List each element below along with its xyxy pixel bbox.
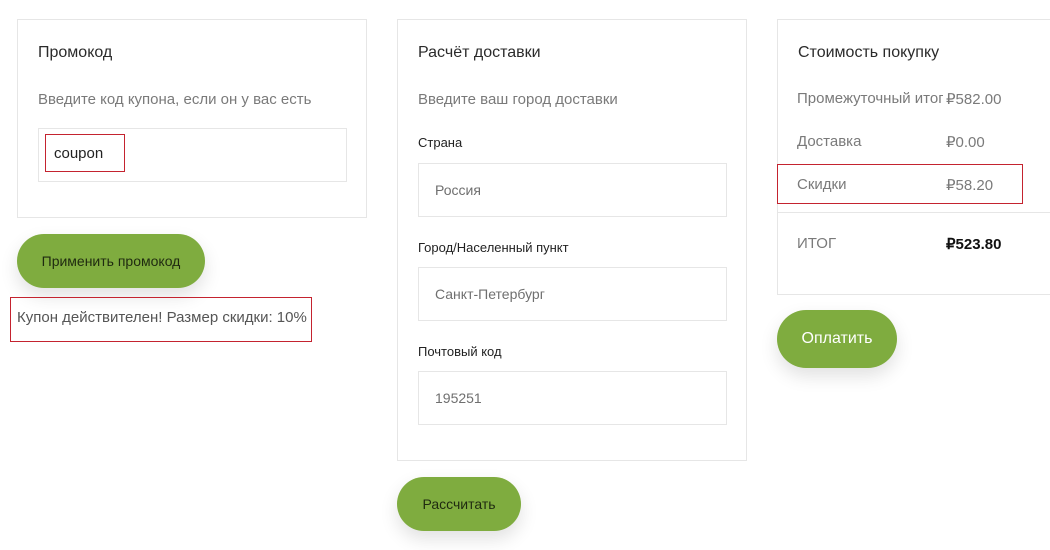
shipping-cost-value: ₽0.00 bbox=[946, 134, 985, 151]
shipping-title: Расчёт доставки bbox=[418, 44, 541, 61]
zip-field[interactable]: 195251 bbox=[418, 371, 727, 425]
zip-value: 195251 bbox=[435, 390, 482, 406]
apply-coupon-button-label: Применить промокод bbox=[41, 253, 181, 269]
promo-hint: Введите код купона, если он у вас есть bbox=[38, 91, 312, 108]
grand-total-value: ₽523.80 bbox=[946, 236, 1002, 253]
pay-button[interactable]: Оплатить bbox=[777, 310, 897, 368]
coupon-success-message: Купон действителен! Размер скидки: 10% bbox=[17, 309, 307, 326]
subtotal-value: ₽582.00 bbox=[946, 91, 1002, 108]
discount-value: ₽58.20 bbox=[946, 177, 994, 194]
shipping-panel: Расчёт доставки Введите ваш город достав… bbox=[397, 19, 747, 461]
apply-coupon-button[interactable]: Применить промокод bbox=[17, 234, 205, 288]
totals-divider bbox=[777, 212, 1050, 213]
totals-panel: Стоимость покупку bbox=[777, 19, 1050, 295]
calculate-shipping-button-label: Рассчитать bbox=[422, 496, 496, 512]
grand-total-label: ИТОГ bbox=[797, 235, 837, 252]
coupon-input-value[interactable]: coupon bbox=[54, 145, 103, 162]
calculate-shipping-button[interactable]: Рассчитать bbox=[397, 477, 521, 531]
subtotal-label: Промежуточный итог bbox=[797, 90, 943, 107]
city-label: Город/Населенный пункт bbox=[418, 240, 569, 255]
promo-title: Промокод bbox=[38, 44, 113, 61]
pay-button-label: Оплатить bbox=[801, 330, 873, 347]
city-value: Санкт-Петербург bbox=[435, 286, 545, 302]
totals-title: Стоимость покупку bbox=[798, 44, 940, 61]
country-value: Россия bbox=[435, 182, 481, 198]
country-field[interactable]: Россия bbox=[418, 163, 727, 217]
discount-label: Скидки bbox=[797, 176, 847, 193]
shipping-hint: Введите ваш город доставки bbox=[418, 91, 618, 108]
shipping-cost-label: Доставка bbox=[797, 133, 862, 150]
country-label: Страна bbox=[418, 135, 463, 150]
promo-panel: Промокод Введите код купона, если он у в… bbox=[17, 19, 367, 218]
zip-label: Почтовый код bbox=[418, 344, 502, 359]
city-field[interactable]: Санкт-Петербург bbox=[418, 267, 727, 321]
